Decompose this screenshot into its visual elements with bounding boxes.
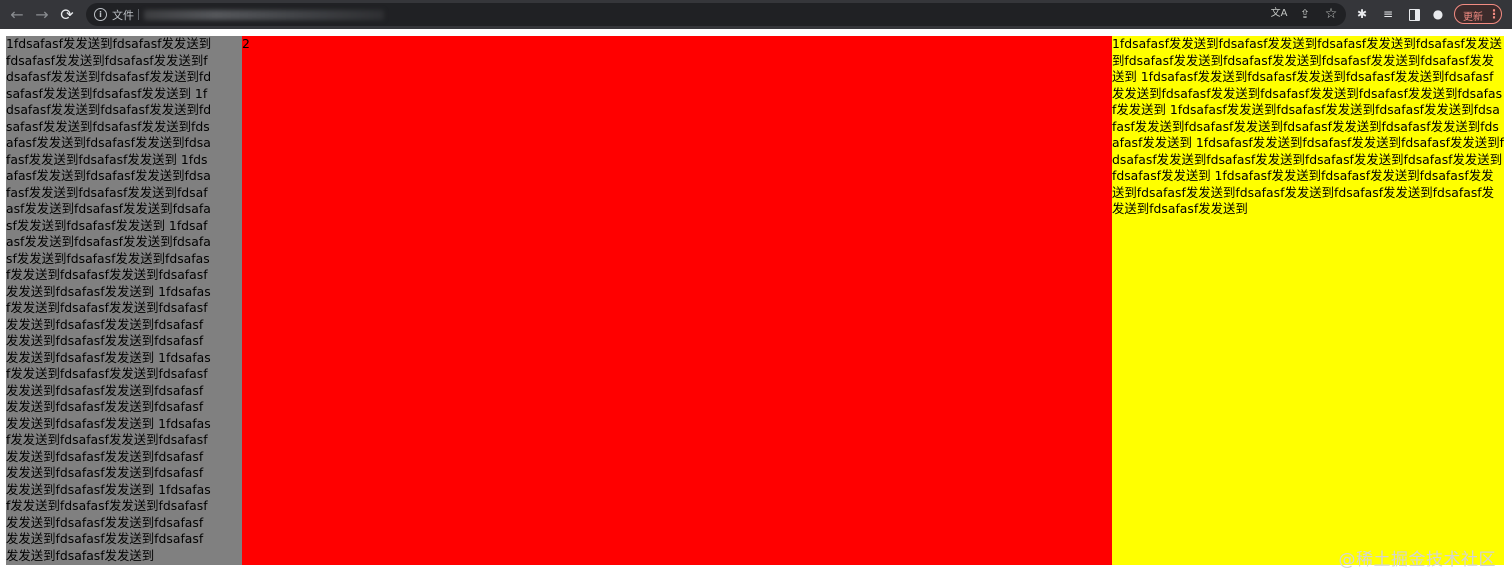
menu-kebab-icon[interactable]: ⋮ bbox=[1488, 6, 1500, 22]
right-column: 1fdsafasf发发送到fdsafasf发发送到fdsafasf发发送到fds… bbox=[1112, 36, 1504, 565]
profile-icon[interactable]: ● bbox=[1429, 5, 1447, 23]
left-column: 1fdsafasf发发送到fdsafasf发发送到fdsafasf发发送到fds… bbox=[6, 36, 242, 565]
update-button[interactable]: 更新 ⋮ bbox=[1454, 4, 1502, 24]
translate-icon[interactable]: 文A bbox=[1270, 5, 1288, 23]
browser-toolbar: ← → ⟳ i 文件 文A ⇪ ☆ ✱ ≡ ● 更新 ⋮ bbox=[0, 0, 1512, 29]
forward-icon[interactable]: → bbox=[31, 4, 53, 26]
extensions-icon[interactable]: ✱ bbox=[1353, 5, 1371, 23]
reload-icon[interactable]: ⟳ bbox=[56, 4, 78, 26]
site-info-icon[interactable]: i bbox=[94, 8, 107, 21]
middle-column: 2 bbox=[242, 36, 1112, 565]
scheme-label: 文件 bbox=[112, 9, 134, 22]
side-panel-icon[interactable] bbox=[1409, 9, 1420, 21]
share-icon[interactable]: ⇪ bbox=[1296, 5, 1314, 23]
url-divider bbox=[138, 9, 139, 20]
site-watermark: @稀土掘金技术社区 bbox=[1338, 550, 1496, 570]
bookmark-star-icon[interactable]: ☆ bbox=[1322, 5, 1340, 23]
update-label: 更新 bbox=[1463, 12, 1483, 23]
back-icon[interactable]: ← bbox=[6, 4, 28, 26]
media-controls-icon[interactable]: ≡ bbox=[1379, 5, 1397, 23]
address-bar[interactable]: i 文件 文A ⇪ ☆ bbox=[86, 3, 1346, 26]
middle-column-text: 2 bbox=[242, 36, 250, 51]
right-column-text: 1fdsafasf发发送到fdsafasf发发送到fdsafasf发发送到fds… bbox=[1112, 36, 1504, 216]
url-text-blurred[interactable] bbox=[144, 10, 384, 20]
left-column-text: 1fdsafasf发发送到fdsafasf发发送到fdsafasf发发送到fds… bbox=[6, 36, 212, 563]
